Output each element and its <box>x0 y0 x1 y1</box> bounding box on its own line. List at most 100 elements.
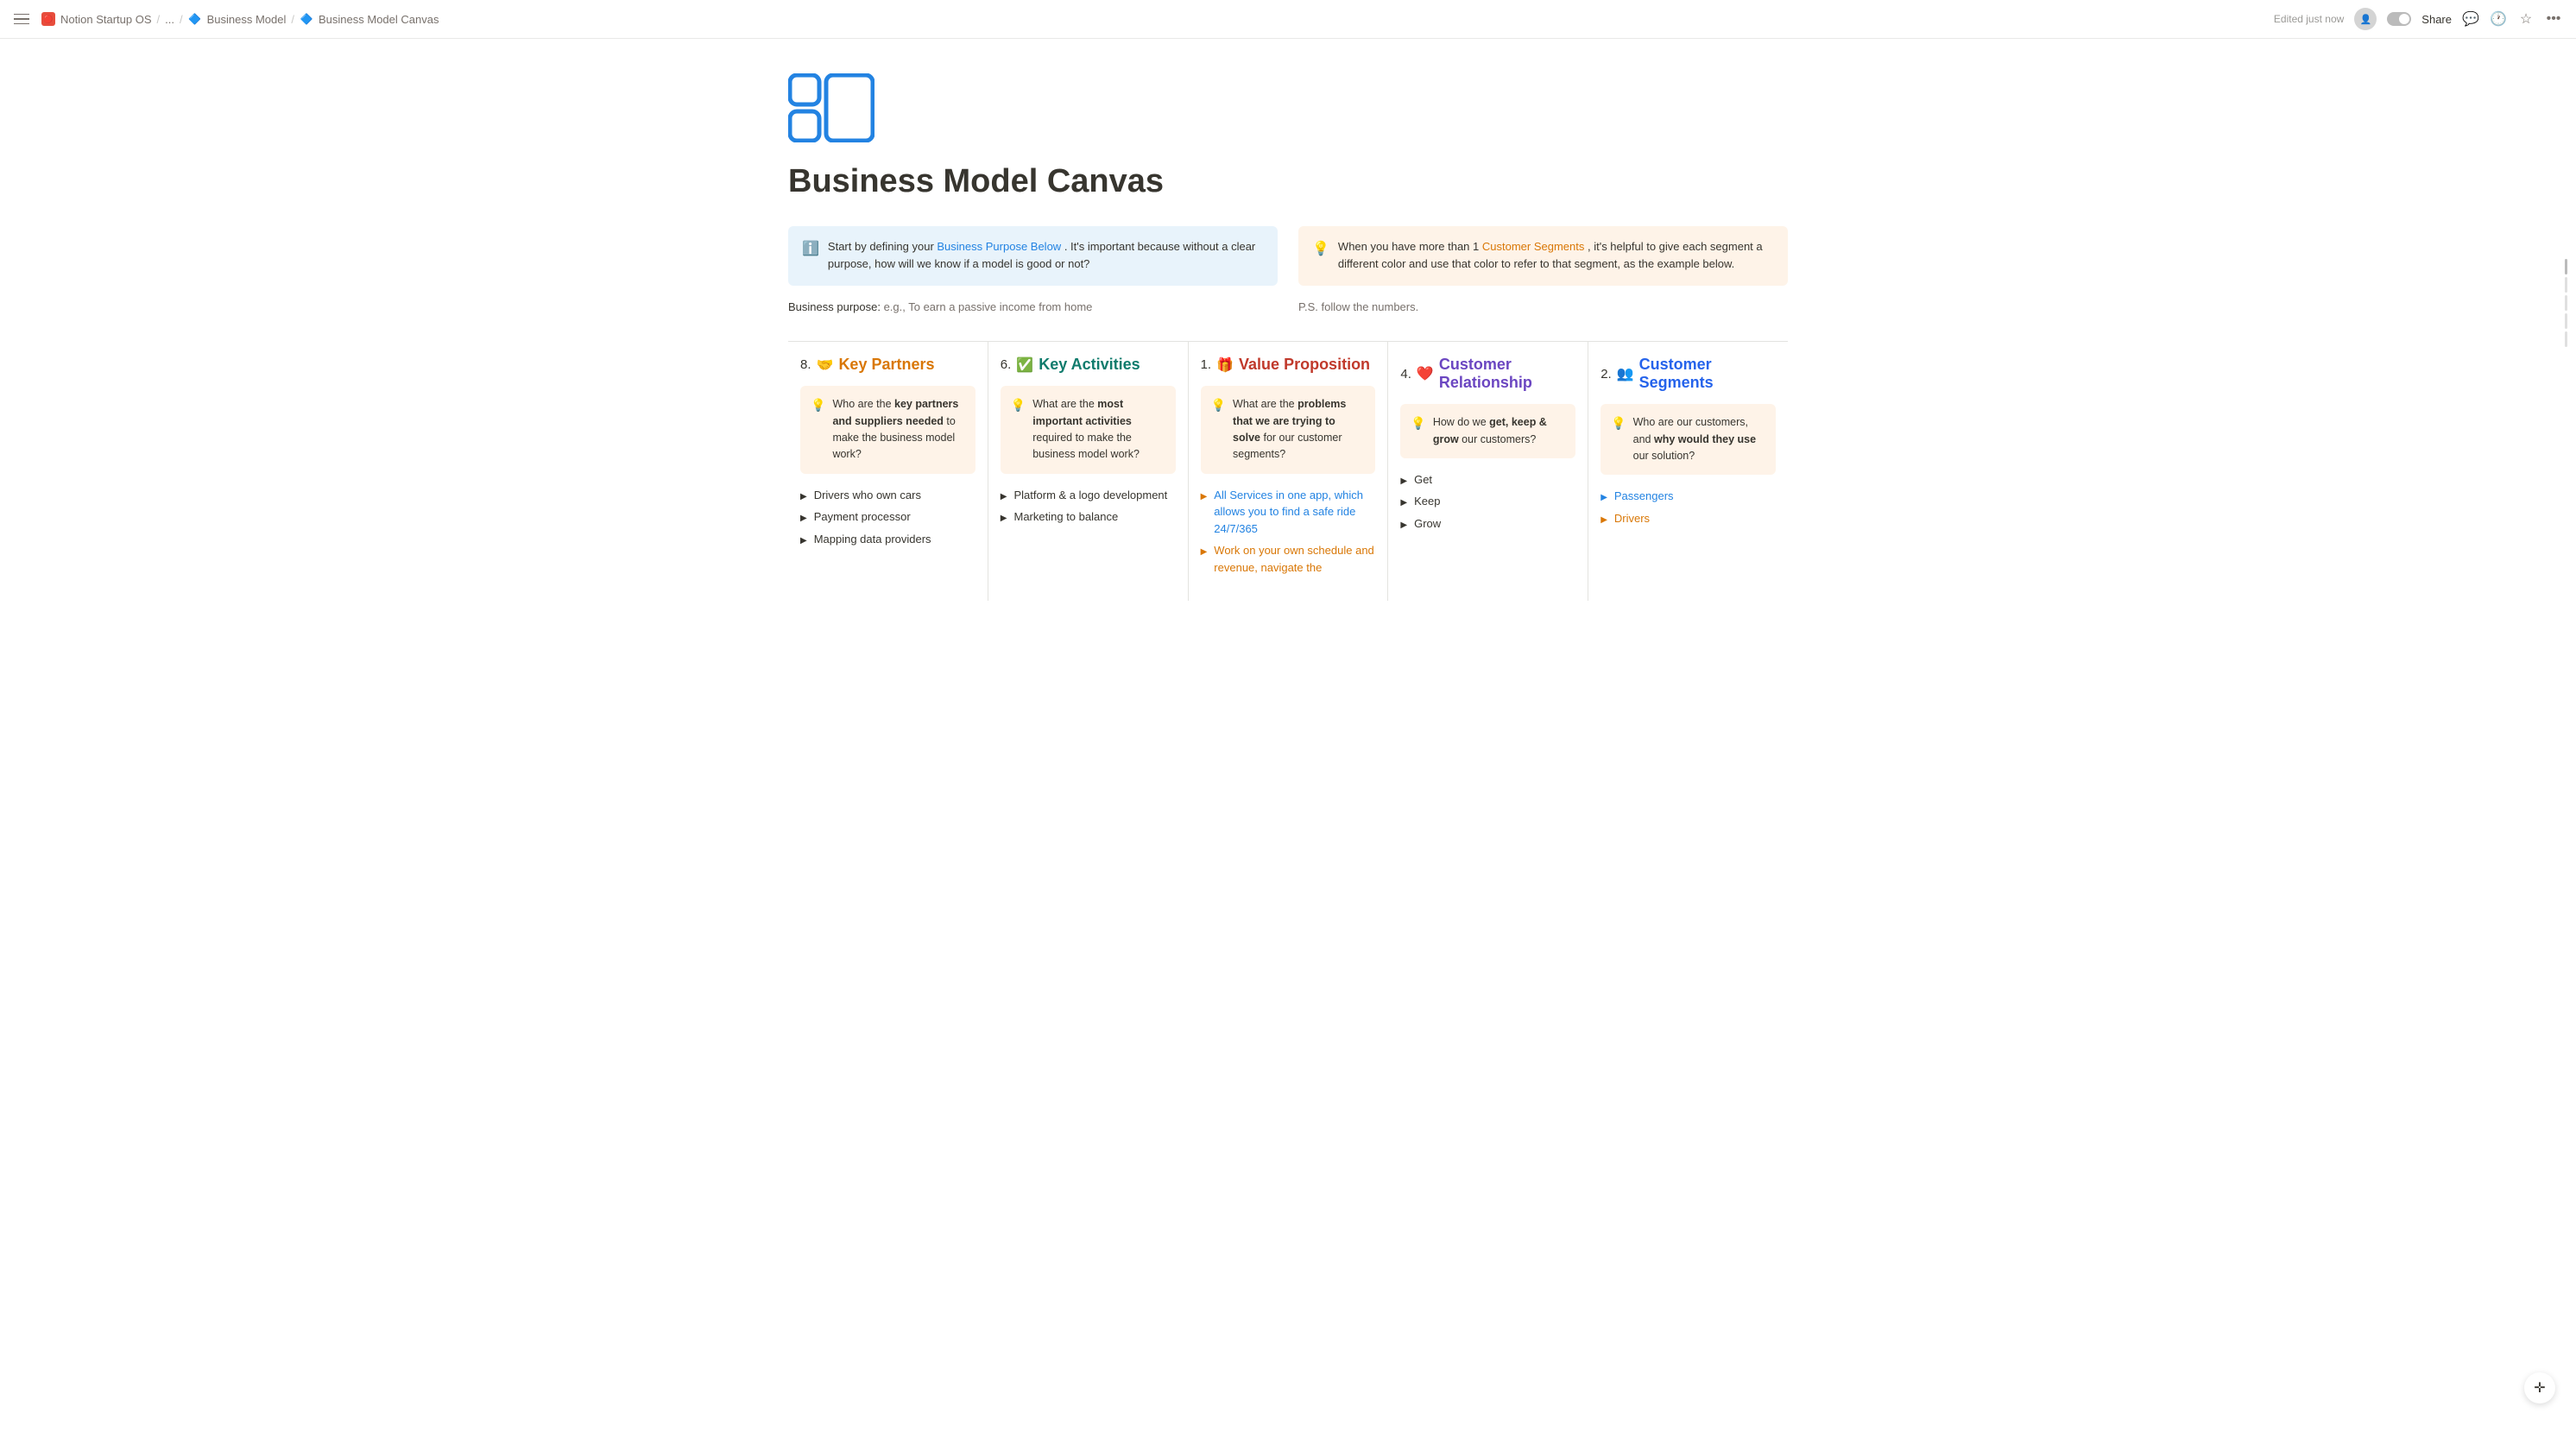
topbar: 🔴 Notion Startup OS / ... / 🔷 Business M… <box>0 0 2576 39</box>
arrow-icon: ▶ <box>1400 519 1407 532</box>
prompt-icon-2: 💡 <box>1011 396 1026 415</box>
list-item-text: Keep <box>1414 493 1440 510</box>
business-purpose-link[interactable]: Business Purpose Below <box>937 240 1061 253</box>
info-blue-icon: ℹ️ <box>802 240 819 257</box>
arrow-icon: ▶ <box>800 490 807 503</box>
col-number-8: 8. <box>800 357 811 372</box>
prompt-icon-4: 💡 <box>1411 414 1425 433</box>
list-item-text: Drivers who own cars <box>814 487 921 504</box>
page2-icon: 🔷 <box>300 12 313 26</box>
list-item: ▶ Payment processor <box>800 506 975 528</box>
breadcrumb-sep2: / <box>180 13 183 26</box>
menu-icon[interactable] <box>14 9 33 28</box>
col-number-4: 4. <box>1400 367 1411 382</box>
prompt-icon-1: 💡 <box>811 396 825 415</box>
info-row: ℹ️ Start by defining your Business Purpo… <box>788 226 1788 287</box>
arrow-icon-blue: ▶ <box>1201 490 1208 503</box>
col-header-key-partners: 8. 🤝 Key Partners <box>800 356 975 374</box>
page1-icon: 🔷 <box>188 12 202 26</box>
page-title: Business Model Canvas <box>788 162 1788 202</box>
customer-segments-prompt-text: Who are our customers, and why would the… <box>1633 414 1765 464</box>
col-number-1: 1. <box>1201 357 1212 372</box>
col-header-customer-relationship: 4. ❤️ Customer Relationship <box>1400 356 1575 392</box>
list-item-text-orange: Work on your own schedule and revenue, n… <box>1214 542 1375 576</box>
scroll-bar <box>2565 331 2567 347</box>
canvas-col-key-partners: 8. 🤝 Key Partners 💡 Who are the key part… <box>788 342 988 601</box>
key-activities-prompt-text: What are the most important activities r… <box>1032 396 1165 464</box>
list-item: ▶ Keep <box>1400 490 1575 513</box>
avatar[interactable]: 👤 <box>2354 8 2377 30</box>
value-proposition-prompt: 💡 What are the problems that we are tryi… <box>1201 386 1376 474</box>
list-item: ▶ Work on your own schedule and revenue,… <box>1201 539 1376 578</box>
breadcrumb-page1[interactable]: Business Model <box>207 13 287 26</box>
list-item-text: Grow <box>1414 515 1441 533</box>
scroll-indicator <box>2565 259 2567 347</box>
key-partners-title: Key Partners <box>838 356 934 374</box>
col-number-6: 6. <box>1001 357 1012 372</box>
breadcrumb-ellipsis[interactable]: ... <box>165 13 174 26</box>
comment-icon[interactable]: 💬 <box>2462 10 2479 28</box>
business-purpose-text: Business purpose: e.g., To earn a passiv… <box>788 300 1092 313</box>
list-item: ▶ All Services in one app, which allows … <box>1201 484 1376 540</box>
canvas-col-value-proposition: 1. 🎁 Value Proposition 💡 What are the pr… <box>1189 342 1389 601</box>
toggle-button[interactable] <box>2387 12 2411 26</box>
list-item: ▶ Grow <box>1400 513 1575 535</box>
key-partners-list: ▶ Drivers who own cars ▶ Payment process… <box>800 484 975 551</box>
history-icon[interactable]: 🕐 <box>2490 10 2507 28</box>
customer-relationship-title: Customer Relationship <box>1439 356 1575 392</box>
scroll-bar <box>2565 295 2567 311</box>
info-blue-text: Start by defining your Business Purpose … <box>828 238 1264 274</box>
site-icon: 🔴 <box>41 12 55 26</box>
customer-relationship-prompt: 💡 How do we get, keep & grow our custome… <box>1400 404 1575 458</box>
scroll-bar <box>2565 277 2567 293</box>
list-item: ▶ Mapping data providers <box>800 528 975 551</box>
customer-segments-title: Customer Segments <box>1639 356 1776 392</box>
arrow-icon: ▶ <box>1001 512 1007 525</box>
list-item-text: Mapping data providers <box>814 531 931 548</box>
key-partners-emoji: 🤝 <box>817 356 834 374</box>
list-item: ▶ Drivers who own cars <box>800 484 975 507</box>
col-header-value-proposition: 1. 🎁 Value Proposition <box>1201 356 1376 374</box>
breadcrumb-sep3: / <box>291 13 294 26</box>
arrow-icon: ▶ <box>1400 475 1407 488</box>
more-icon[interactable]: ••• <box>2545 10 2562 28</box>
list-item-drivers: Drivers <box>1614 510 1650 527</box>
page-icon <box>788 73 1788 145</box>
list-item: ▶ Get <box>1400 469 1575 491</box>
info-orange-text: When you have more than 1 Customer Segme… <box>1338 238 1774 274</box>
list-item: ▶ Passengers <box>1601 485 1776 508</box>
breadcrumb-sep1: / <box>157 13 161 26</box>
value-proposition-prompt-text: What are the problems that we are trying… <box>1233 396 1365 464</box>
purpose-left: Business purpose: e.g., To earn a passiv… <box>788 300 1278 313</box>
purpose-right: P.S. follow the numbers. <box>1298 300 1788 313</box>
breadcrumb-page2[interactable]: Business Model Canvas <box>319 13 439 26</box>
value-prop-emoji: 🎁 <box>1216 356 1234 374</box>
col-header-customer-segments: 2. 👥 Customer Segments <box>1601 356 1776 392</box>
edited-timestamp: Edited just now <box>2274 13 2344 25</box>
breadcrumb-site[interactable]: Notion Startup OS <box>60 13 152 26</box>
col-header-key-activities: 6. ✅ Key Activities <box>1001 356 1176 374</box>
key-activities-prompt: 💡 What are the most important activities… <box>1001 386 1176 474</box>
main-content: Business Model Canvas ℹ️ Start by defini… <box>705 39 1871 670</box>
list-item-text: Platform & a logo development <box>1014 487 1168 504</box>
value-proposition-list: ▶ All Services in one app, which allows … <box>1201 484 1376 579</box>
info-orange-icon: 💡 <box>1312 240 1329 257</box>
ps-text: P.S. follow the numbers. <box>1298 300 1418 313</box>
canvas-col-customer-segments: 2. 👥 Customer Segments 💡 Who are our cus… <box>1588 342 1788 601</box>
arrow-icon-orange: ▶ <box>1601 514 1607 527</box>
key-partners-prompt-text: Who are the key partners and suppliers n… <box>832 396 964 464</box>
customer-relationship-prompt-text: How do we get, keep & grow our customers… <box>1433 414 1565 448</box>
canvas-col-key-activities: 6. ✅ Key Activities 💡 What are the most … <box>988 342 1189 601</box>
list-item: ▶ Marketing to balance <box>1001 506 1176 528</box>
arrow-icon: ▶ <box>1400 496 1407 509</box>
list-item-passengers: Passengers <box>1614 488 1674 505</box>
canvas-grid: 8. 🤝 Key Partners 💡 Who are the key part… <box>788 341 1788 601</box>
key-activities-emoji: ✅ <box>1016 356 1033 374</box>
star-icon[interactable]: ☆ <box>2517 10 2535 28</box>
list-item-text: Payment processor <box>814 508 911 526</box>
customer-rel-emoji: ❤️ <box>1417 365 1434 382</box>
arrow-icon: ▶ <box>1001 490 1007 503</box>
float-button[interactable]: ✛ <box>2524 1372 2555 1403</box>
customer-segments-link[interactable]: Customer Segments <box>1482 240 1585 253</box>
share-button[interactable]: Share <box>2421 13 2452 26</box>
